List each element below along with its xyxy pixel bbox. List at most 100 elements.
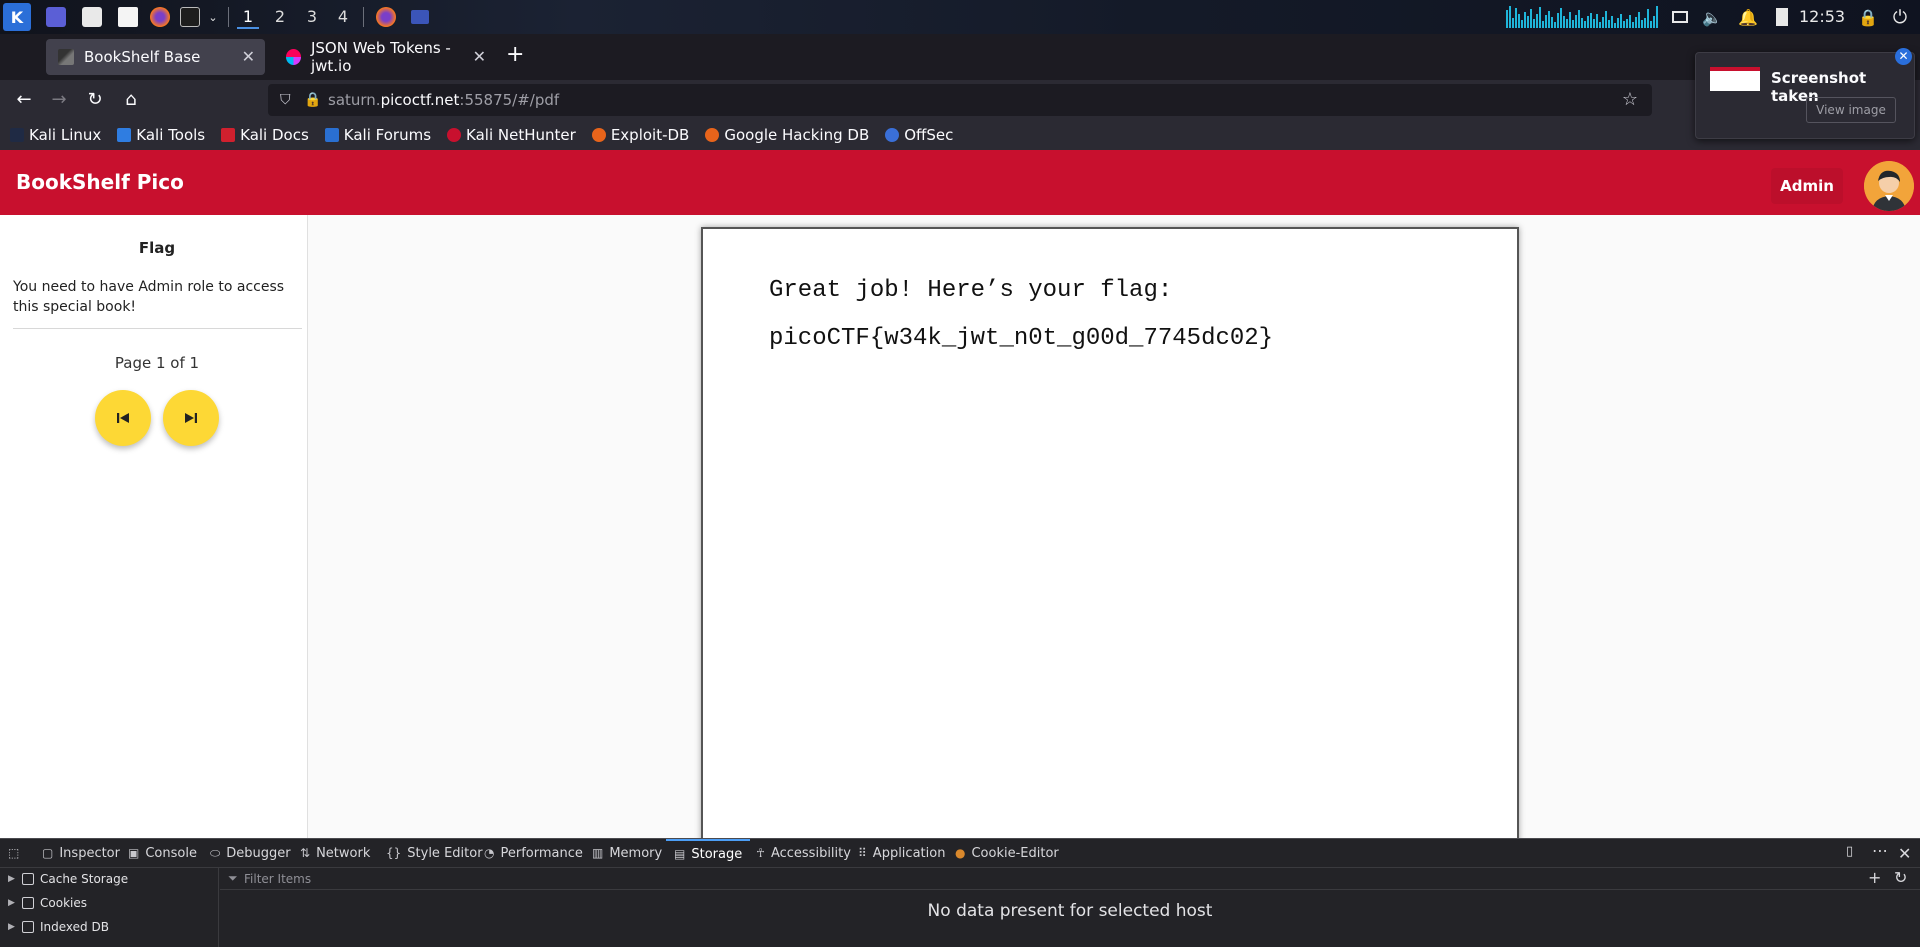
clock[interactable]: 12:53 [1799,7,1845,26]
avatar[interactable] [1864,161,1914,211]
user-avatar-icon [1864,161,1914,211]
tab-network[interactable]: ⇅ Network [300,839,370,867]
network-icon: ⇅ [300,846,311,860]
view-image-button[interactable]: View image [1806,97,1896,123]
element-picker-icon[interactable]: ⬚ [8,839,19,867]
tab-cookie-editor[interactable]: ● Cookie-Editor [955,839,1059,867]
firefox-launcher-icon[interactable] [150,5,170,29]
bookmark-kali-nethunter[interactable]: Kali NetHunter [447,126,576,144]
tab-label: Console [145,845,197,861]
application-icon: ⠿ [858,846,867,860]
nethunter-icon [447,128,462,142]
tab-debugger[interactable]: ⬭ Debugger [210,839,291,867]
url-text[interactable]: saturn.picoctf.net:55875/#/pdf [328,91,559,109]
bookmark-star-icon[interactable]: ☆ [1622,89,1638,110]
page-indicator: Page 1 of 1 [114,354,200,372]
kali-menu-icon[interactable]: K [3,3,31,31]
bookmark-kali-linux[interactable]: Kali Linux [10,126,101,144]
tab-memory[interactable]: ▥ Memory [592,839,662,867]
back-button[interactable]: ← [11,88,37,112]
tree-item-cookies[interactable]: ▶ Cookies [8,893,87,913]
lock-icon[interactable]: 🔒 [304,92,321,108]
empty-state-message: No data present for selected host [927,901,1213,921]
lock-icon[interactable]: 🔒 [1856,6,1880,28]
bookmark-google-hacking-db[interactable]: Google Hacking DB [705,126,869,144]
tab-label: Cookie-Editor [971,845,1059,861]
next-page-button[interactable] [163,390,219,446]
tab-inspector[interactable]: ▢ Inspector [42,839,120,867]
file-manager-icon[interactable] [82,5,102,29]
tab-accessibility[interactable]: ☥ Accessibility [756,839,851,867]
screenshot-thumbnail[interactable] [1710,67,1760,91]
display-icon[interactable] [1668,6,1692,28]
tab-title: JSON Web Tokens - jwt.io [310,39,451,75]
storage-icon [22,897,34,909]
workspace-4[interactable]: 4 [332,5,354,29]
web-page: BookShelf Pico Admin Flag You need to ha… [0,150,1920,838]
close-tab-icon[interactable]: ✕ [242,47,255,66]
kali-forums-icon [324,128,339,142]
firefox-window-icon[interactable] [374,5,398,29]
offsec-icon [885,128,900,142]
bookmark-kali-forums[interactable]: Kali Forums [324,126,431,144]
home-button[interactable]: ⌂ [118,88,144,112]
workspace-2[interactable]: 2 [269,5,291,29]
workspace-1[interactable]: 1 [237,5,259,29]
refresh-icon[interactable]: ↻ [1894,868,1907,887]
devtools-panel: ⬚ ▢ Inspector ▣ Console ⬭ Debugger ⇅ Network… [0,838,1920,947]
pdf-viewer: Great job! Here’s your flag: picoCTF{w34… [308,215,1920,838]
battery-icon[interactable] [1772,6,1792,28]
bookmark-exploit-db[interactable]: Exploit-DB [591,126,689,144]
previous-page-button[interactable] [95,390,151,446]
tab-application[interactable]: ⠿ Application [858,839,945,867]
tab-style-editor[interactable]: {} Style Editor [386,839,483,867]
desktop-icon[interactable] [46,5,66,29]
bookshelf-favicon-icon [58,49,74,65]
tab-jwt-io[interactable]: JSON Web Tokens - jwt.io ✕ [274,39,486,75]
tab-label: Debugger [226,845,291,861]
terminal-icon[interactable] [180,5,200,29]
caret-right-icon[interactable]: ▶ [8,874,16,884]
bookmark-offsec[interactable]: OffSec [885,126,953,144]
admin-role-button[interactable]: Admin [1771,168,1843,204]
text-editor-icon[interactable] [118,5,138,29]
forward-button[interactable]: → [46,88,72,112]
new-tab-button[interactable]: + [506,42,524,67]
power-icon[interactable]: ⏻ [1888,6,1912,28]
tree-item-indexed-db[interactable]: ▶ Indexed DB [8,917,109,937]
workspace-3[interactable]: 3 [301,5,323,29]
caret-right-icon[interactable]: ▶ [8,898,16,908]
devtools-toolbar: ⬚ ▢ Inspector ▣ Console ⬭ Debugger ⇅ Network… [0,839,1920,868]
volume-icon[interactable]: 🔈 [1700,6,1724,28]
window-switcher-icon[interactable] [408,5,432,29]
tab-label: Accessibility [770,845,851,861]
tab-bookshelf-base[interactable]: BookShelf Base ✕ [46,39,265,75]
storage-icon [22,921,34,933]
tab-performance[interactable]: ◔ Performance [484,839,583,867]
close-devtools-icon[interactable]: ✕ [1898,844,1911,863]
book-title: Flag [138,239,176,257]
add-item-icon[interactable]: + [1868,868,1881,887]
app-title[interactable]: BookShelf Pico [16,170,184,194]
tree-item-cache-storage[interactable]: ▶ Cache Storage [8,869,128,889]
performance-icon: ◔ [484,846,495,860]
close-notification-icon[interactable]: ✕ [1895,48,1912,65]
filter-input[interactable]: Filter Items [244,872,311,886]
more-options-icon[interactable]: ⋯ [1872,841,1888,860]
tab-storage[interactable]: ▤ Storage [666,839,751,867]
url-bar[interactable]: ⛉ 🔒 saturn.picoctf.net:55875/#/pdf ☆ [268,84,1652,116]
tab-console[interactable]: ▣ Console [128,839,197,867]
chevron-down-icon[interactable]: ⌄ [206,5,220,29]
reload-button[interactable]: ↻ [82,88,108,112]
shield-icon[interactable]: ⛉ [280,92,291,108]
screenshot-notification: Screenshot taken View image [1695,52,1915,139]
caret-right-icon[interactable]: ▶ [8,922,16,932]
tree-label: Indexed DB [40,920,109,934]
close-tab-icon[interactable]: ✕ [473,47,486,66]
style-editor-icon: {} [386,846,402,860]
kali-tools-icon [117,128,132,142]
dock-side-icon[interactable]: ▯ [1846,844,1853,859]
bookmark-kali-tools[interactable]: Kali Tools [117,126,205,144]
bookmark-kali-docs[interactable]: Kali Docs [221,126,309,144]
notification-bell-icon[interactable]: 🔔 [1736,6,1760,28]
